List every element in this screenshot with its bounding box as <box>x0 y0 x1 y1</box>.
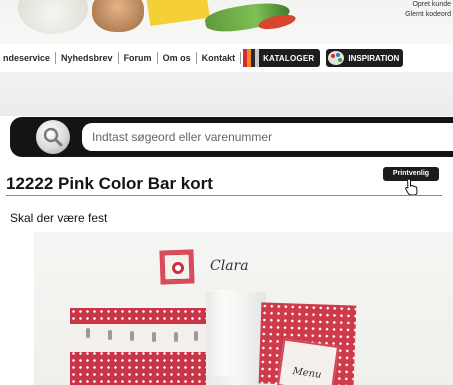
name-tag-text: Clara <box>210 258 249 274</box>
nav-item-kundeservice[interactable]: ndeservice <box>0 52 57 64</box>
product-image: Clara Menu <box>34 232 453 385</box>
nav-item-om-os[interactable]: Om os <box>158 52 197 64</box>
search-bar: Indtast søgeord eller varenummer <box>10 117 453 157</box>
inspiration-button-label: INSPIRATION <box>348 53 400 63</box>
inspiration-button[interactable]: INSPIRATION <box>326 49 404 67</box>
nav-item-forum[interactable]: Forum <box>119 52 158 64</box>
name-tag-inner <box>163 253 191 281</box>
search-icon[interactable] <box>36 120 70 154</box>
nav-item-nyhedsbrev[interactable]: Nyhedsbrev <box>56 52 119 64</box>
banner-decoration <box>18 0 88 34</box>
catalog-button[interactable]: KATALOGER <box>243 49 321 67</box>
title-divider <box>6 195 442 196</box>
palette-icon <box>328 51 345 65</box>
photo-glare <box>209 290 239 376</box>
search-input[interactable]: Indtast søgeord eller varenummer <box>82 123 453 151</box>
banner-decoration <box>146 0 210 27</box>
main-nav: ndeservice Nyhedsbrev Forum Om os Kontak… <box>0 46 453 70</box>
books-icon <box>243 49 260 67</box>
hand-cursor-icon <box>405 178 418 196</box>
banner-decoration <box>92 0 144 32</box>
account-links: Opret kunde Glemt kodeord <box>405 0 451 20</box>
nav-item-kontakt[interactable]: Kontakt <box>197 52 242 64</box>
create-account-link[interactable]: Opret kunde <box>405 0 451 10</box>
card-left-panel <box>70 324 210 352</box>
forgot-password-link[interactable]: Glemt kodeord <box>405 10 451 20</box>
page-title: 12222 Pink Color Bar kort <box>6 174 213 193</box>
page-backdrop <box>0 72 453 116</box>
name-tag <box>159 249 195 285</box>
section-subheading: Skal der være fest <box>10 211 108 225</box>
flower-icon <box>171 261 185 275</box>
catalog-button-label: KATALOGER <box>263 53 315 63</box>
header-banner: Opret kunde Glemt kodeord <box>0 0 453 44</box>
menu-card-label: Menu <box>276 338 340 385</box>
